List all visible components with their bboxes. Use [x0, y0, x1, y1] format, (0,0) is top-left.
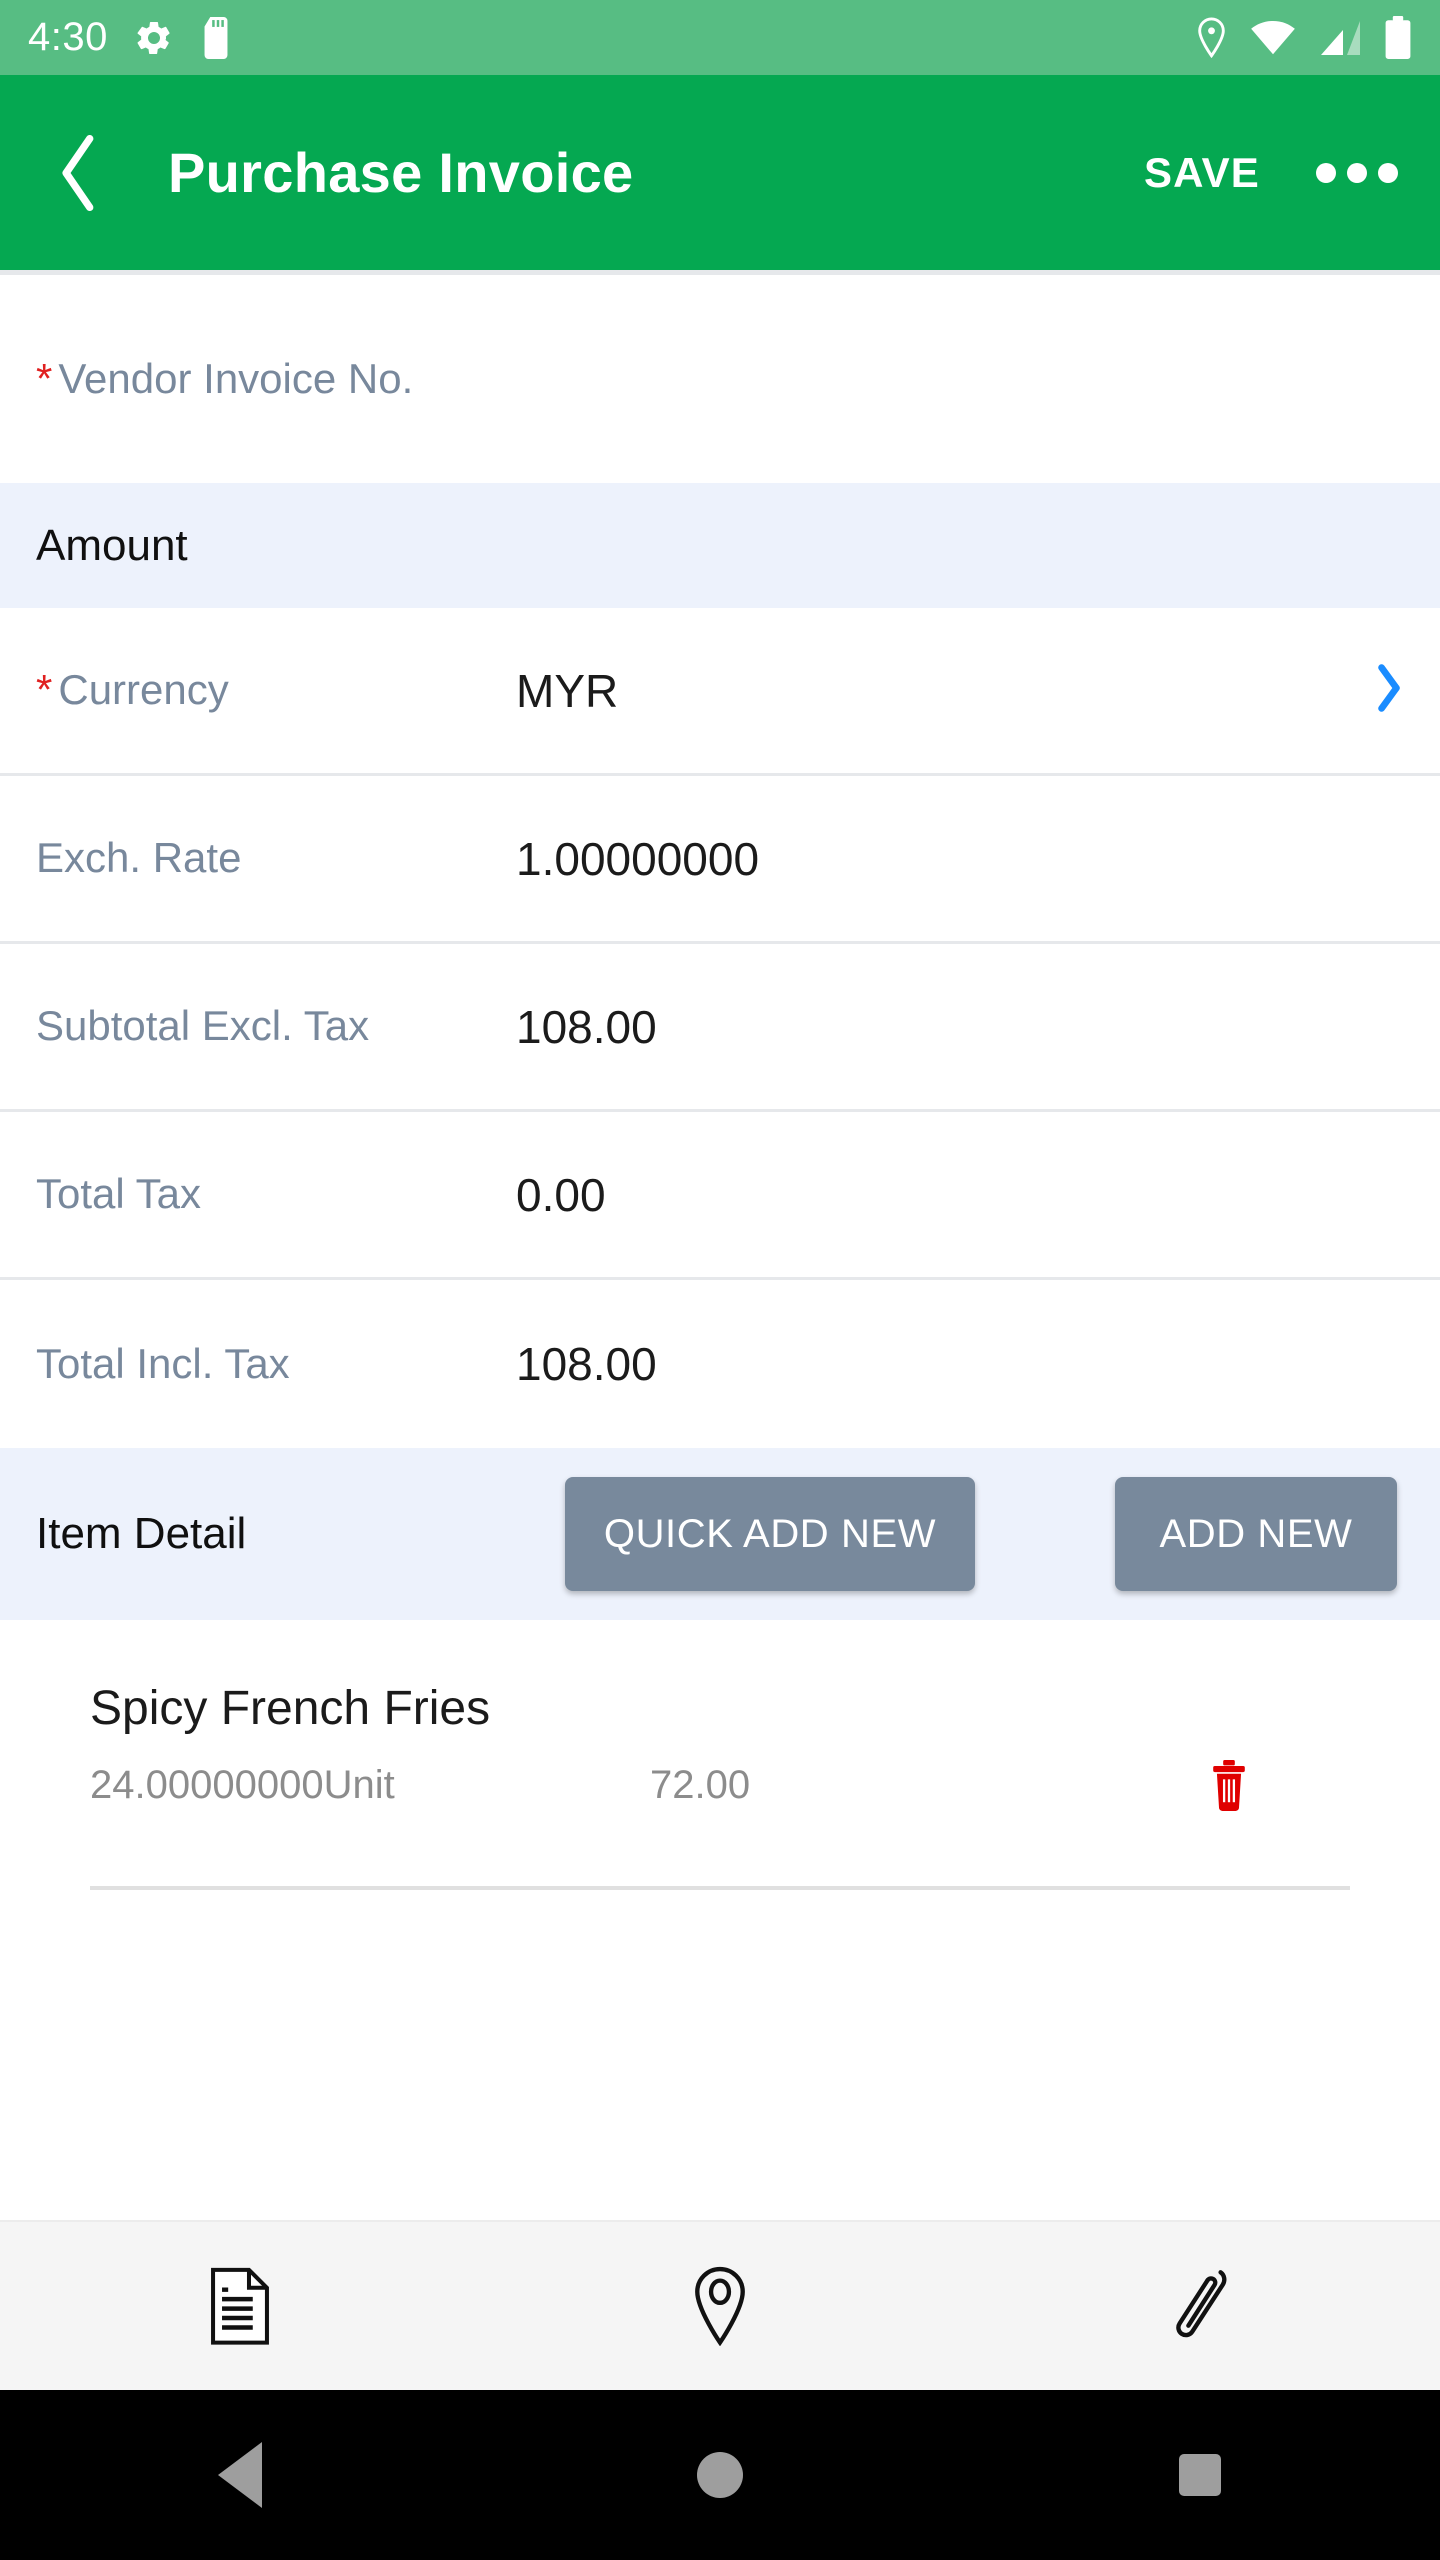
settings-gear-icon [134, 18, 174, 58]
item-list: Spicy French Fries 24.00000000Unit 72.00 [0, 1620, 1440, 1890]
back-arrow-icon [62, 134, 94, 211]
subtotal-excl-tax-label: Subtotal Excl. Tax [36, 1002, 370, 1050]
page-title: Purchase Invoice [168, 141, 634, 204]
item-detail-title: Item Detail [36, 1509, 247, 1558]
list-item[interactable]: Spicy French Fries 24.00000000Unit 72.00 [0, 1656, 1440, 1890]
status-bar: 4:30 [0, 0, 1440, 75]
location-pin-icon[interactable] [480, 2222, 960, 2390]
save-button[interactable]: SAVE [1144, 149, 1260, 197]
quick-add-new-button[interactable]: QUICK ADD NEW [565, 1477, 975, 1591]
required-asterisk: * [36, 666, 53, 714]
app-screen: 4:30 Purchase Invoice SAVE * Vendor Invo… [0, 0, 1440, 2560]
sd-card-icon [200, 16, 232, 59]
location-pin-icon [1195, 17, 1228, 59]
field-label: * Vendor Invoice No. [36, 354, 466, 404]
cellular-signal-icon [1318, 20, 1362, 56]
item-detail-actions: QUICK ADD NEW ADD NEW [565, 1477, 1404, 1591]
field-label: Subtotal Excl. Tax [36, 1001, 516, 1051]
circle-home-icon[interactable] [480, 2452, 960, 2498]
total-tax-value: 0.00 [516, 1168, 606, 1221]
overflow-menu-icon[interactable] [1310, 153, 1404, 193]
section-header-item-detail: Item Detail QUICK ADD NEW ADD NEW [0, 1448, 1440, 1620]
field-currency[interactable]: * Currency MYR [0, 608, 1440, 776]
currency-label: Currency [58, 666, 229, 714]
total-tax-label: Total Tax [36, 1170, 201, 1218]
bottom-toolbar [0, 2220, 1440, 2390]
field-label: * Currency [36, 665, 516, 715]
field-exchange-rate[interactable]: Exch. Rate 1.00000000 [0, 776, 1440, 944]
status-bar-right [1195, 15, 1412, 60]
triangle-back-icon[interactable] [0, 2442, 480, 2508]
attachment-paperclip-icon[interactable] [960, 2222, 1440, 2390]
section-title: Amount [36, 520, 188, 570]
item-amount: 72.00 [650, 1763, 751, 1808]
chevron-right-icon[interactable] [1374, 662, 1404, 719]
back-button[interactable] [36, 130, 122, 216]
item-quantity: 24.00000000Unit [90, 1763, 395, 1808]
form-content: * Vendor Invoice No. Amount * Currency MYR… [0, 270, 1440, 2220]
currency-value: MYR [516, 664, 619, 717]
section-header-amount: Amount [0, 483, 1440, 608]
app-bar: Purchase Invoice SAVE [0, 75, 1440, 270]
total-incl-tax-label: Total Incl. Tax [36, 1339, 290, 1387]
field-total-tax[interactable]: Total Tax 0.00 [0, 1112, 1440, 1280]
field-vendor-invoice-no[interactable]: * Vendor Invoice No. [0, 275, 1440, 483]
field-label: Exch. Rate [36, 833, 516, 883]
exchange-rate-label: Exch. Rate [36, 834, 242, 882]
document-note-icon[interactable] [0, 2222, 480, 2390]
app-bar-actions: SAVE [1144, 149, 1404, 197]
wifi-icon [1250, 20, 1296, 56]
add-new-button[interactable]: ADD NEW [1115, 1477, 1397, 1591]
field-label: Total Tax [36, 1169, 516, 1219]
required-asterisk: * [36, 354, 53, 402]
item-sub-row: 24.00000000Unit 72.00 [36, 1738, 1404, 1812]
total-incl-tax-value: 108.00 [516, 1338, 657, 1390]
exchange-rate-value: 1.00000000 [516, 832, 760, 885]
trash-icon[interactable] [1208, 1759, 1250, 1812]
field-label: Total Incl. Tax [36, 1339, 516, 1389]
field-total-incl-tax[interactable]: Total Incl. Tax 108.00 [0, 1280, 1440, 1448]
field-subtotal-excl-tax[interactable]: Subtotal Excl. Tax 108.00 [0, 944, 1440, 1112]
status-time: 4:30 [28, 15, 108, 59]
android-nav-bar [0, 2390, 1440, 2560]
vendor-invoice-label: Vendor Invoice No. [58, 354, 414, 402]
status-bar-left: 4:30 [28, 15, 232, 60]
subtotal-excl-tax-value: 108.00 [516, 1000, 657, 1053]
battery-icon [1384, 15, 1412, 60]
square-recents-icon[interactable] [960, 2454, 1440, 2496]
item-name: Spicy French Fries [90, 1682, 491, 1735]
item-divider [90, 1885, 1350, 1890]
